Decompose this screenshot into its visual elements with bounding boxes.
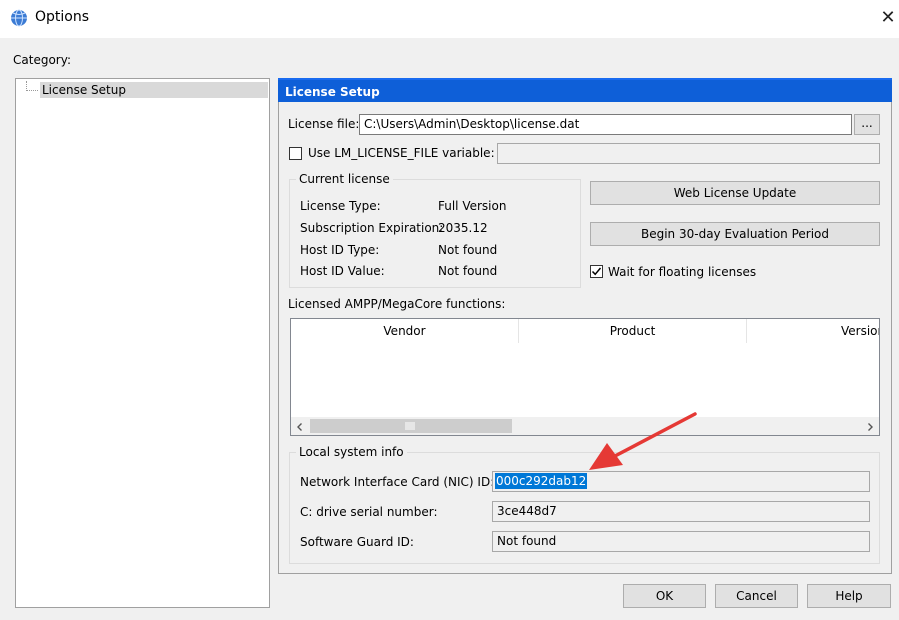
- nic-id-value: 000c292dab12: [495, 473, 588, 489]
- local-system-title: Local system info: [296, 445, 407, 459]
- category-item-license-setup[interactable]: License Setup: [40, 82, 268, 98]
- drive-serial-field[interactable]: 3ce448d7: [492, 501, 870, 522]
- annotation-arrow-icon: [589, 412, 697, 470]
- lm-license-label: Use LM_LICENSE_FILE variable:: [308, 146, 495, 160]
- software-guard-label: Software Guard ID:: [300, 535, 414, 549]
- category-tree[interactable]: License Setup: [15, 78, 270, 608]
- license-file-label: License file:: [288, 117, 360, 131]
- lm-license-checkbox[interactable]: [289, 147, 302, 160]
- evaluation-period-button[interactable]: Begin 30-day Evaluation Period: [590, 222, 880, 246]
- cancel-button[interactable]: Cancel: [715, 584, 798, 608]
- panel-header: License Setup: [278, 78, 892, 102]
- app-globe-icon: [11, 9, 27, 27]
- drive-serial-label: C: drive serial number:: [300, 505, 438, 519]
- ok-button[interactable]: OK: [623, 584, 706, 608]
- license-type-value: Full Version: [438, 199, 507, 213]
- software-guard-field[interactable]: Not found: [492, 531, 870, 552]
- nic-id-label: Network Interface Card (NIC) ID:: [300, 475, 495, 489]
- category-label: Category:: [13, 53, 71, 67]
- wait-floating-label: Wait for floating licenses: [608, 265, 757, 279]
- column-header-vendor[interactable]: Vendor: [291, 319, 519, 343]
- checkmark-icon: [591, 267, 602, 276]
- scroll-left-icon[interactable]: [295, 421, 305, 431]
- subscription-expiration-key: Subscription Expiration:: [300, 221, 444, 235]
- column-header-product[interactable]: Product: [519, 319, 747, 343]
- scroll-right-icon[interactable]: [865, 421, 875, 431]
- host-id-value-value: Not found: [438, 264, 498, 278]
- window-title: Options: [35, 9, 90, 25]
- help-button[interactable]: Help: [807, 584, 891, 608]
- current-license-title: Current license: [296, 172, 393, 186]
- wait-floating-checkbox[interactable]: [590, 265, 603, 278]
- close-icon[interactable]: ✕: [876, 6, 899, 30]
- tree-connector: [26, 81, 38, 91]
- browse-button[interactable]: ...: [854, 114, 880, 135]
- licensed-functions-label: Licensed AMPP/MegaCore functions:: [288, 297, 506, 311]
- subscription-expiration-value: 2035.12: [438, 221, 488, 235]
- web-license-update-button[interactable]: Web License Update: [590, 181, 880, 205]
- scroll-thumb[interactable]: [310, 419, 512, 433]
- title-bar: [0, 0, 899, 38]
- column-header-version[interactable]: Version: [747, 319, 879, 343]
- lm-license-input[interactable]: [497, 143, 880, 164]
- host-id-type-value: Not found: [438, 243, 498, 257]
- host-id-type-key: Host ID Type:: [300, 243, 380, 257]
- host-id-value-key: Host ID Value:: [300, 264, 385, 278]
- license-type-key: License Type:: [300, 199, 381, 213]
- scroll-grip-icon: [405, 422, 415, 430]
- license-file-input[interactable]: C:\Users\Admin\Desktop\license.dat: [359, 114, 852, 135]
